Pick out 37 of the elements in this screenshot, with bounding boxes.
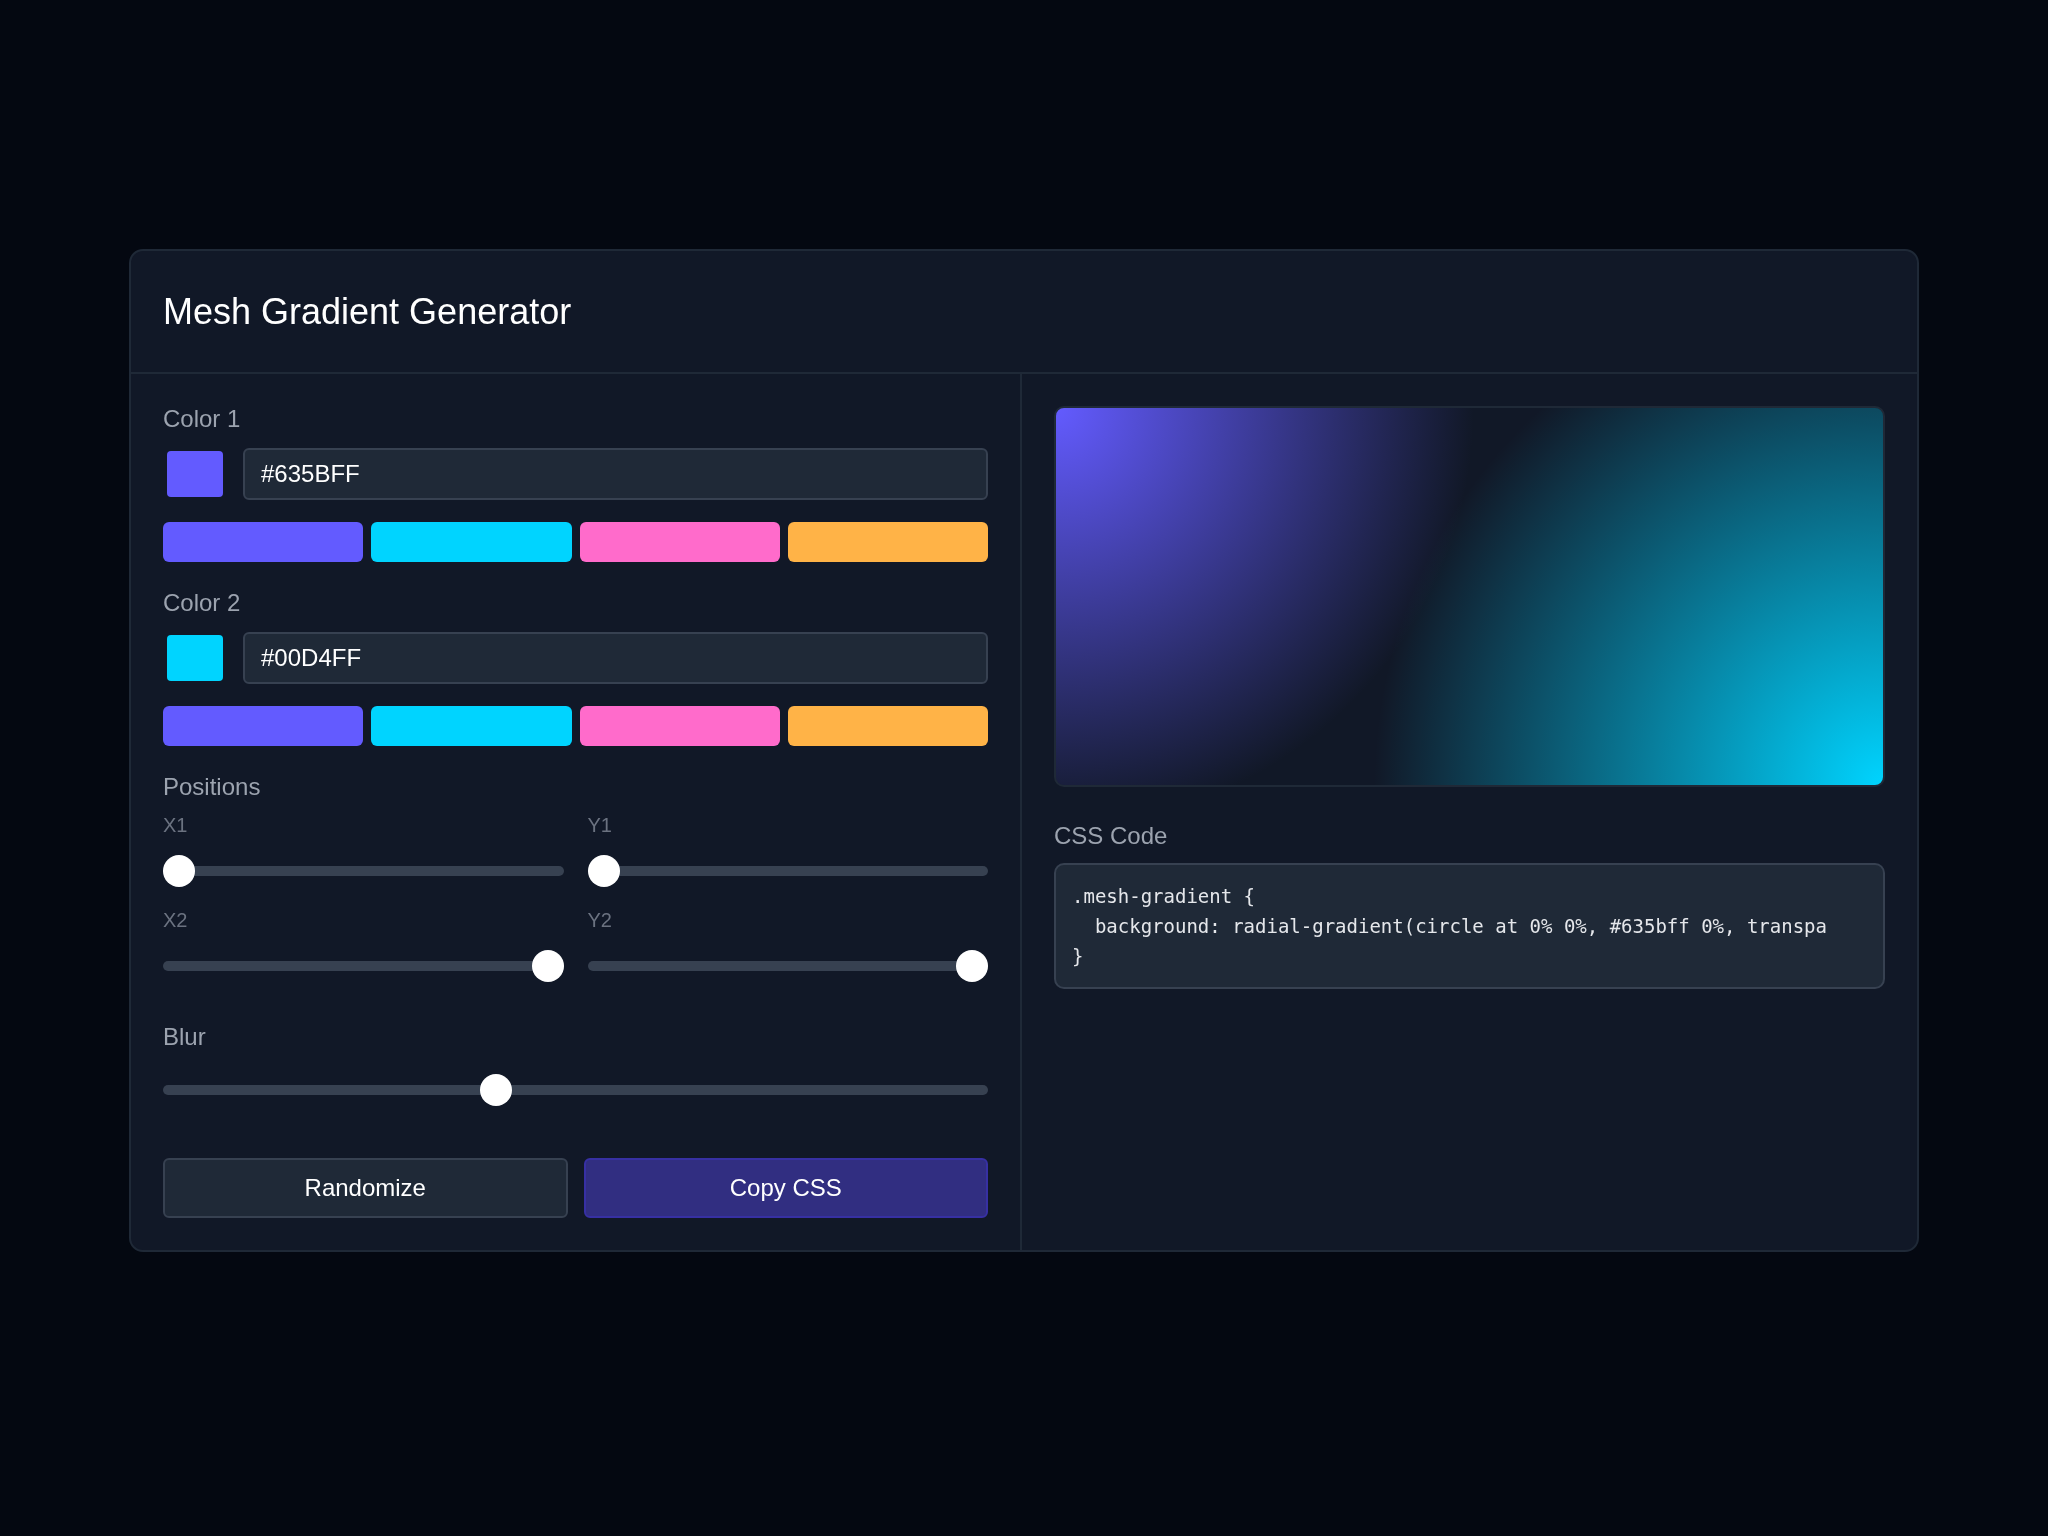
blur-label: Blur bbox=[163, 1022, 207, 1052]
preset-swatch[interactable] bbox=[579, 706, 780, 746]
app-title: Mesh Gradient Generator bbox=[163, 290, 572, 333]
preset-swatch[interactable] bbox=[579, 522, 780, 562]
slider-label: X2 bbox=[163, 909, 189, 932]
preset-swatch[interactable] bbox=[787, 522, 988, 562]
color-label: Color 1 bbox=[163, 404, 242, 434]
preset-swatch[interactable] bbox=[371, 706, 572, 746]
slider-thumb[interactable] bbox=[480, 1074, 513, 1106]
slider-thumb[interactable] bbox=[587, 855, 620, 887]
copy-button[interactable]: Copy CSS bbox=[583, 1158, 988, 1218]
color-swatch[interactable] bbox=[167, 635, 223, 681]
positions-label: Positions bbox=[163, 772, 262, 802]
slider-label: Y1 bbox=[587, 814, 613, 837]
position-slider[interactable] bbox=[587, 950, 988, 982]
blur-slider[interactable] bbox=[163, 1074, 988, 1106]
color-swatch[interactable] bbox=[167, 451, 223, 497]
position-slider[interactable] bbox=[163, 855, 564, 887]
preset-swatch[interactable] bbox=[371, 522, 572, 562]
randomize-button[interactable]: Randomize bbox=[163, 1158, 568, 1218]
code-line: background: radial-gradient(circle at 0% 0%, #635bff 0%, transpa bbox=[1093, 914, 1827, 939]
color-label: Color 2 bbox=[163, 588, 242, 618]
preset-swatch[interactable] bbox=[163, 522, 364, 562]
slider-label: X1 bbox=[163, 814, 189, 837]
code-line: } bbox=[1072, 944, 1084, 969]
slider-thumb[interactable] bbox=[956, 950, 988, 982]
slider-thumb[interactable] bbox=[163, 855, 195, 887]
slider-label: Y2 bbox=[587, 909, 613, 932]
slider-thumb[interactable] bbox=[531, 950, 564, 982]
hex-input-field[interactable]: #00D4FF bbox=[243, 632, 988, 684]
code-label: CSS Code bbox=[1054, 821, 1169, 851]
position-slider[interactable] bbox=[587, 855, 988, 887]
code-line: .mesh-gradient { bbox=[1072, 884, 1256, 909]
preset-swatch[interactable] bbox=[787, 706, 988, 746]
position-slider[interactable] bbox=[163, 950, 564, 982]
hex-input-field[interactable]: #635BFF bbox=[243, 448, 988, 500]
preset-swatch[interactable] bbox=[163, 706, 364, 746]
